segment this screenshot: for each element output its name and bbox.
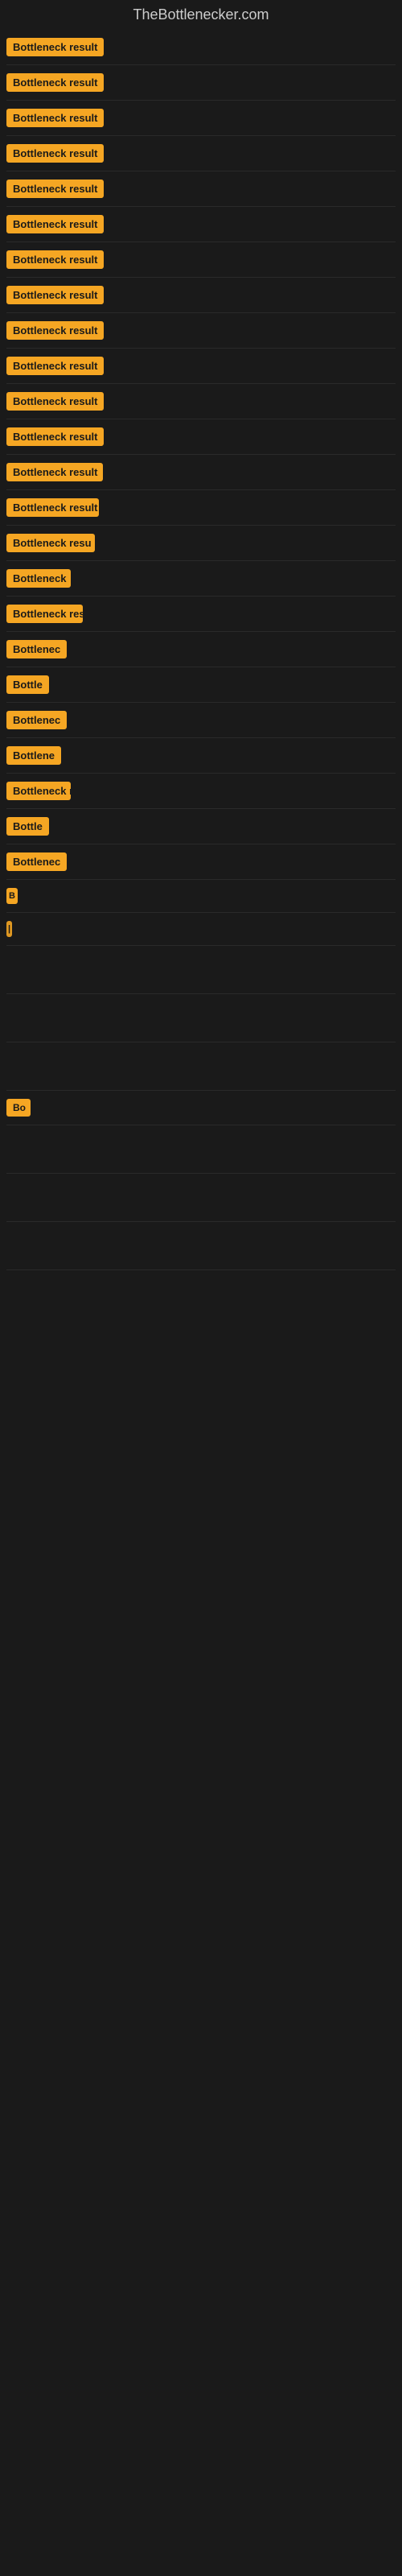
list-item: B (6, 880, 396, 913)
site-title: TheBottlenecker.com (0, 0, 402, 30)
list-item: Bottleneck result (6, 242, 396, 278)
list-item: | (6, 913, 396, 946)
list-item (6, 1174, 396, 1222)
list-item: Bottlenec (6, 703, 396, 738)
bottleneck-badge[interactable]: Bottleneck (6, 569, 71, 588)
bottleneck-badge[interactable]: Bottleneck r (6, 782, 71, 800)
list-item (6, 1125, 396, 1174)
bottleneck-badge[interactable]: Bottleneck result (6, 498, 99, 517)
bottleneck-badge[interactable]: Bottleneck result (6, 38, 104, 56)
bottleneck-list: Bottleneck result Bottleneck result Bottle… (0, 30, 402, 1270)
list-item: Bottle (6, 667, 396, 703)
list-item: Bottleneck result (6, 207, 396, 242)
list-item: Bottlenec (6, 844, 396, 880)
site-title-text: TheBottlenecker.com (133, 6, 269, 23)
list-item: Bottleneck (6, 561, 396, 597)
list-item: Bottlene (6, 738, 396, 774)
bottleneck-badge[interactable]: Bottleneck resu (6, 534, 95, 552)
list-item: Bottleneck result (6, 384, 396, 419)
list-item: Bo (6, 1091, 396, 1125)
bottleneck-badge[interactable]: Bottleneck result (6, 180, 104, 198)
list-item: Bottle (6, 809, 396, 844)
list-item: Bottleneck result (6, 171, 396, 207)
bottleneck-badge[interactable]: Bottleneck result (6, 286, 104, 304)
list-item: Bottleneck result (6, 278, 396, 313)
bottleneck-badge[interactable]: Bottleneck result (6, 392, 104, 411)
list-item (6, 946, 396, 994)
bottleneck-badge[interactable]: Bottle (6, 675, 49, 694)
bottleneck-badge[interactable]: Bottleneck result (6, 321, 104, 340)
list-item: Bottleneck result (6, 419, 396, 455)
bottleneck-badge[interactable]: Bottlene (6, 746, 61, 765)
bottleneck-badge[interactable]: Bottleneck result (6, 357, 104, 375)
bottleneck-badge[interactable]: Bottleneck result (6, 250, 104, 269)
list-item: Bottleneck result (6, 490, 396, 526)
bottleneck-badge[interactable]: Bo (6, 1099, 31, 1117)
bottleneck-badge[interactable]: Bottleneck res (6, 605, 83, 623)
bottleneck-badge[interactable]: | (6, 921, 12, 937)
bottleneck-badge[interactable]: Bottlenec (6, 852, 67, 871)
bottleneck-badge[interactable]: Bottleneck result (6, 144, 104, 163)
bottleneck-badge[interactable]: Bottle (6, 817, 49, 836)
list-item: Bottleneck resu (6, 526, 396, 561)
list-item: Bottleneck result (6, 349, 396, 384)
list-item: Bottleneck result (6, 65, 396, 101)
bottleneck-badge[interactable]: Bottleneck result (6, 463, 103, 481)
bottleneck-badge[interactable]: Bottlenec (6, 640, 67, 658)
bottleneck-badge[interactable]: Bottlenec (6, 711, 67, 729)
list-item: Bottleneck result (6, 101, 396, 136)
list-item (6, 994, 396, 1042)
list-item (6, 1042, 396, 1091)
list-item: Bottlenec (6, 632, 396, 667)
list-item: Bottleneck r (6, 774, 396, 809)
list-item: Bottleneck result (6, 30, 396, 65)
list-item: Bottleneck res (6, 597, 396, 632)
bottleneck-badge[interactable]: B (6, 888, 18, 904)
bottleneck-badge[interactable]: Bottleneck result (6, 215, 104, 233)
list-item: Bottleneck result (6, 136, 396, 171)
bottleneck-badge[interactable]: Bottleneck result (6, 73, 104, 92)
list-item: Bottleneck result (6, 455, 396, 490)
bottleneck-badge[interactable]: Bottleneck result (6, 427, 104, 446)
bottleneck-badge[interactable]: Bottleneck result (6, 109, 104, 127)
list-item: Bottleneck result (6, 313, 396, 349)
list-item (6, 1222, 396, 1270)
